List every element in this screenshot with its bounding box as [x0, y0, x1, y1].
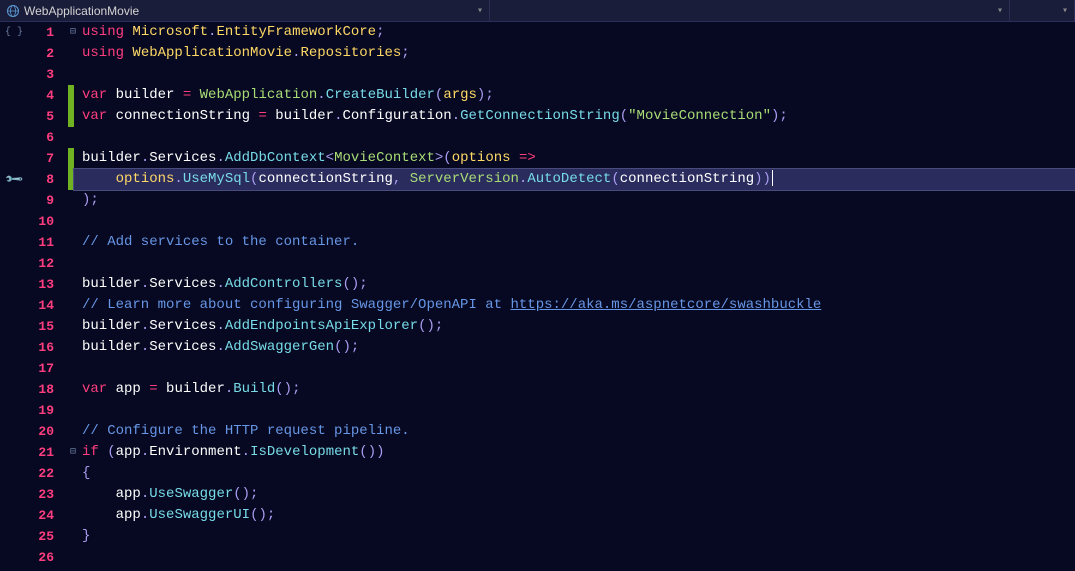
text-cursor [772, 170, 773, 186]
code-line[interactable] [74, 400, 1075, 421]
line-number: 24 [28, 505, 54, 526]
type-dropdown[interactable]: ▾ [490, 0, 1010, 21]
line-number: 7 [28, 148, 54, 169]
line-number: 4 [28, 85, 54, 106]
margin-glyph [0, 232, 28, 253]
code-line[interactable]: } [74, 526, 1075, 547]
dropdown-arrow-icon: ▾ [1062, 5, 1068, 17]
margin-glyph [0, 337, 28, 358]
line-number: 22 [28, 463, 54, 484]
code-line[interactable]: using WebApplicationMovie.Repositories; [74, 43, 1075, 64]
code-line[interactable]: builder.Services.AddEndpointsApiExplorer… [74, 316, 1075, 337]
margin-glyph [0, 316, 28, 337]
fold-minus-icon[interactable]: ⊟ [70, 442, 76, 463]
margin-glyph [0, 400, 28, 421]
code-line[interactable]: ⊟if (app.Environment.IsDevelopment()) [74, 442, 1075, 463]
code-line[interactable]: builder.Services.AddDbContext<MovieConte… [74, 148, 1075, 169]
margin-glyph [0, 43, 28, 64]
line-number: 6 [28, 127, 54, 148]
project-dropdown[interactable]: WebApplicationMovie ▾ [0, 0, 490, 21]
code-line[interactable]: var builder = WebApplication.CreateBuild… [74, 85, 1075, 106]
globe-icon [6, 4, 20, 18]
line-number: 18 [28, 379, 54, 400]
line-number: 25 [28, 526, 54, 547]
code-line[interactable]: // Configure the HTTP request pipeline. [74, 421, 1075, 442]
margin-glyph [0, 85, 28, 106]
margin-glyph [0, 421, 28, 442]
code-line[interactable] [74, 127, 1075, 148]
line-number: 1 [28, 22, 54, 43]
line-number: 12 [28, 253, 54, 274]
margin-glyph [0, 253, 28, 274]
line-number: 15 [28, 316, 54, 337]
margin-glyph [0, 379, 28, 400]
line-number: 26 [28, 547, 54, 568]
line-number: 2 [28, 43, 54, 64]
line-number: 8 [28, 169, 54, 190]
code-line[interactable]: { [74, 463, 1075, 484]
code-line[interactable]: app.UseSwagger(); [74, 484, 1075, 505]
collapse-icon[interactable]: { } [5, 27, 23, 38]
margin-glyph [0, 526, 28, 547]
line-number: 14 [28, 295, 54, 316]
fold-minus-icon[interactable]: ⊟ [70, 22, 76, 43]
code-line[interactable]: options.UseMySql(connectionString, Serve… [74, 169, 1075, 190]
screwdriver-icon[interactable]: 🔧 [3, 169, 24, 190]
margin-glyph [0, 442, 28, 463]
margin-glyph [0, 463, 28, 484]
line-number: 10 [28, 211, 54, 232]
margin-glyph [0, 148, 28, 169]
code-line[interactable]: // Add services to the container. [74, 232, 1075, 253]
code-line[interactable]: // Learn more about configuring Swagger/… [74, 295, 1075, 316]
navigation-bar: WebApplicationMovie ▾ ▾ ▾ [0, 0, 1075, 22]
margin-glyph [0, 295, 28, 316]
code-line[interactable] [74, 547, 1075, 568]
line-number: 20 [28, 421, 54, 442]
code-link[interactable]: https://aka.ms/aspnetcore/swashbuckle [510, 297, 821, 313]
code-line[interactable]: var connectionString = builder.Configura… [74, 106, 1075, 127]
code-editor[interactable]: ⊟using Microsoft.EntityFrameworkCore;usi… [74, 22, 1075, 571]
line-number: 5 [28, 106, 54, 127]
dropdown-arrow-icon: ▾ [997, 5, 1003, 17]
code-line[interactable] [74, 253, 1075, 274]
code-line[interactable] [74, 358, 1075, 379]
code-line[interactable]: builder.Services.AddControllers(); [74, 274, 1075, 295]
line-number: 16 [28, 337, 54, 358]
margin-glyph [0, 547, 28, 568]
line-number: 17 [28, 358, 54, 379]
margin-glyph [0, 274, 28, 295]
code-line[interactable]: app.UseSwaggerUI(); [74, 505, 1075, 526]
line-number: 21 [28, 442, 54, 463]
margin-glyph: { } [0, 22, 28, 43]
project-name-label: WebApplicationMovie [24, 4, 473, 18]
code-line[interactable]: ⊟using Microsoft.EntityFrameworkCore; [74, 22, 1075, 43]
margin-glyph [0, 64, 28, 85]
member-dropdown[interactable]: ▾ [1010, 0, 1075, 21]
margin-glyph [0, 484, 28, 505]
margin-glyph [0, 106, 28, 127]
line-number: 3 [28, 64, 54, 85]
line-number: 23 [28, 484, 54, 505]
editor-container: { }🔧 12345678910111213141516171819202122… [0, 22, 1075, 571]
line-number-gutter[interactable]: 1234567891011121314151617181920212223242… [28, 22, 68, 571]
dropdown-arrow-icon: ▾ [477, 5, 483, 17]
code-line[interactable]: ); [74, 190, 1075, 211]
code-line[interactable]: var app = builder.Build(); [74, 379, 1075, 400]
code-line[interactable] [74, 211, 1075, 232]
code-line[interactable]: builder.Services.AddSwaggerGen(); [74, 337, 1075, 358]
line-number: 9 [28, 190, 54, 211]
margin-glyph [0, 190, 28, 211]
margin-glyph [0, 127, 28, 148]
line-number: 19 [28, 400, 54, 421]
glyph-margin: { } 🔧 [0, 22, 28, 571]
margin-glyph [0, 358, 28, 379]
line-number: 11 [28, 232, 54, 253]
margin-glyph [0, 211, 28, 232]
code-line[interactable] [74, 64, 1075, 85]
line-number: 13 [28, 274, 54, 295]
margin-glyph: 🔧 [0, 169, 28, 190]
margin-glyph [0, 505, 28, 526]
